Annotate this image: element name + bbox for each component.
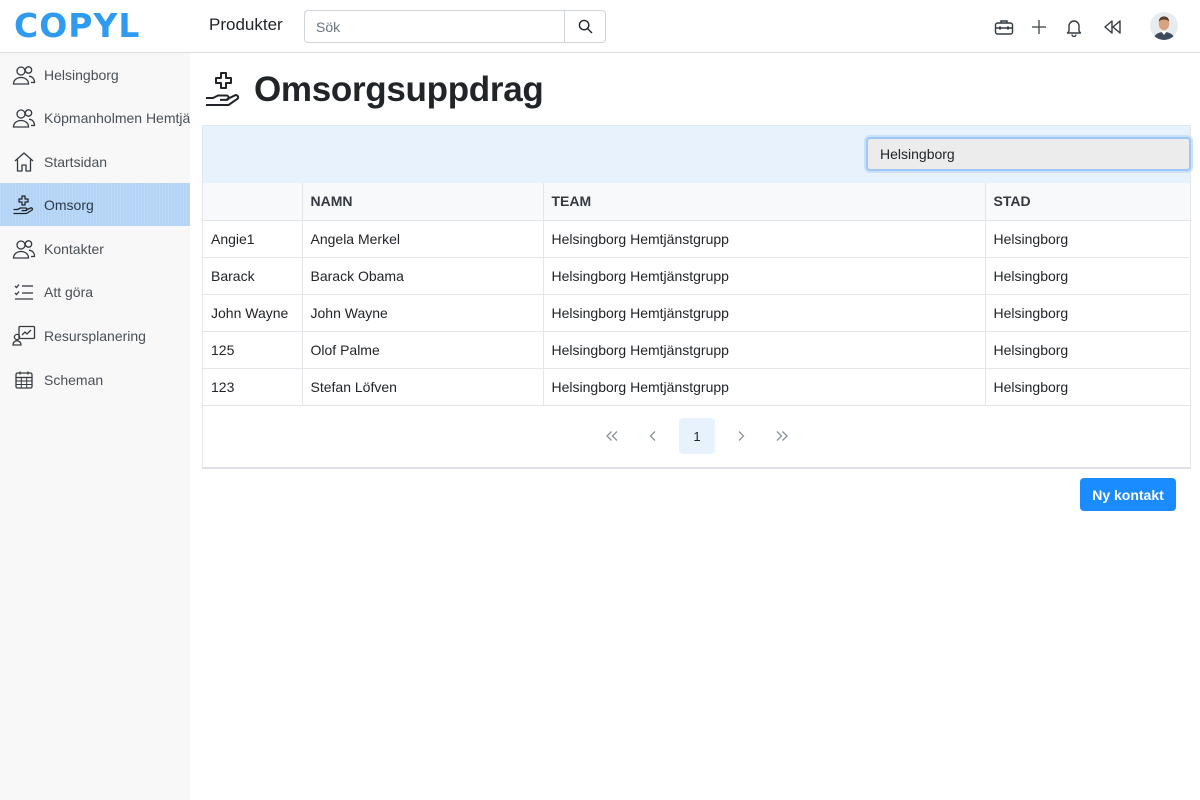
toolbox-icon [994, 20, 1014, 35]
page-header: Omsorgsuppdrag [204, 68, 544, 112]
cell-namn: John Wayne [302, 294, 544, 332]
rewind-button[interactable] [1101, 14, 1125, 40]
chevron-right-icon [738, 431, 745, 441]
plus-icon [1032, 20, 1046, 34]
table-row[interactable]: Angie1 Angela Merkel Helsingborg Hemtjän… [203, 220, 1190, 258]
sidebar-item-label: Köpmanholmen Hemtjänst [44, 109, 190, 126]
checklist-icon [12, 280, 36, 304]
sidebar-item-resursplanering[interactable]: Resursplanering [0, 314, 190, 357]
double-chevron-left-icon [606, 431, 618, 441]
toolbox-button[interactable] [992, 14, 1016, 40]
search-input[interactable] [304, 10, 564, 43]
copyl-logo[interactable]: COPYL [14, 9, 140, 43]
column-header-team[interactable]: TEAM [543, 183, 986, 221]
column-header-stad[interactable]: STAD [985, 183, 1190, 221]
search-icon [578, 19, 592, 34]
page-number-button[interactable]: 1 [679, 418, 715, 454]
header-search [304, 10, 606, 43]
sidebar-item-label: Kontakter [44, 240, 104, 257]
hand-care-icon [12, 193, 36, 217]
sidebar-item-helsingborg[interactable]: Helsingborg [0, 53, 190, 96]
cell-stad: Helsingborg [985, 294, 1190, 332]
hand-care-icon [206, 72, 240, 106]
cell-team: Helsingborg Hemtjänstgrupp [543, 368, 986, 406]
cell-stad: Helsingborg [985, 257, 1190, 295]
nav-title-produkter[interactable]: Produkter [209, 15, 283, 35]
care-assignments-table: NAMN TEAM STAD Angie1 Angela Merkel Hels… [203, 183, 1190, 406]
new-contact-button[interactable]: Ny kontakt [1080, 478, 1176, 511]
cell-id: 125 [203, 331, 303, 369]
user-photo-icon [1150, 12, 1178, 40]
cell-id: Barack [203, 257, 303, 295]
column-header-id[interactable] [203, 183, 303, 221]
table-row[interactable]: Barack Barack Obama Helsingborg Hemtjäns… [203, 257, 1190, 295]
sidebar-item-omsorg[interactable]: Omsorg [0, 183, 190, 226]
table-filter-input[interactable] [866, 137, 1191, 171]
sidebar-item-label: Resursplanering [44, 327, 146, 344]
cell-namn: Stefan Löfven [302, 368, 544, 406]
page-next-button[interactable] [723, 418, 759, 454]
sidebar-item-att-gora[interactable]: Att göra [0, 270, 190, 313]
top-header: COPYL Produkter [0, 0, 1200, 53]
notifications-button[interactable] [1062, 14, 1086, 40]
cell-team: Helsingborg Hemtjänstgrupp [543, 331, 986, 369]
sidebar-item-startsidan[interactable]: Startsidan [0, 140, 190, 183]
cell-stad: Helsingborg [985, 368, 1190, 406]
page-first-button[interactable] [594, 418, 630, 454]
home-icon [12, 150, 36, 174]
double-chevron-right-icon [776, 431, 788, 441]
page-title: Omsorgsuppdrag [254, 70, 544, 109]
sidebar-item-scheman[interactable]: Scheman [0, 358, 190, 401]
sidebar-item-label: Startsidan [44, 153, 108, 170]
table-row[interactable]: 125 Olof Palme Helsingborg Hemtjänstgrup… [203, 331, 1190, 369]
calendar-icon [12, 368, 36, 392]
rewind-icon [1104, 20, 1121, 34]
sidebar-item-label: Scheman [44, 371, 104, 388]
resource-icon [12, 324, 36, 348]
care-assignments-table-card: NAMN TEAM STAD Angie1 Angela Merkel Hels… [202, 125, 1191, 469]
cell-namn: Barack Obama [302, 257, 544, 295]
pagination: 1 [203, 418, 1190, 454]
user-avatar[interactable] [1150, 12, 1178, 40]
cell-team: Helsingborg Hemtjänstgrupp [543, 220, 986, 258]
table-row[interactable]: John Wayne John Wayne Helsingborg Hemtjä… [203, 294, 1190, 332]
sidebar: Helsingborg Köpmanholmen Hemtjänst Start… [0, 53, 190, 800]
bell-icon [1066, 19, 1082, 37]
cell-stad: Helsingborg [985, 331, 1190, 369]
sidebar-item-label: Omsorg [44, 196, 94, 213]
cell-namn: Angela Merkel [302, 220, 544, 258]
table-header-row: NAMN TEAM STAD [203, 183, 1190, 221]
logo-text: COPYL [14, 6, 141, 45]
cell-stad: Helsingborg [985, 220, 1190, 258]
column-header-namn[interactable]: NAMN [302, 183, 544, 221]
users-icon [12, 237, 36, 261]
sidebar-item-label: Att göra [44, 283, 94, 300]
add-button[interactable] [1027, 14, 1051, 40]
chevron-left-icon [649, 431, 656, 441]
cell-team: Helsingborg Hemtjänstgrupp [543, 294, 986, 332]
cell-id: Angie1 [203, 220, 303, 258]
sidebar-item-kontakter[interactable]: Kontakter [0, 227, 190, 270]
cell-team: Helsingborg Hemtjänstgrupp [543, 257, 986, 295]
search-button[interactable] [564, 10, 606, 43]
users-icon [12, 63, 36, 87]
page-prev-button[interactable] [635, 418, 671, 454]
sidebar-item-label: Helsingborg [44, 66, 119, 83]
filter-bar [203, 126, 1191, 183]
sidebar-item-kopmanholmen[interactable]: Köpmanholmen Hemtjänst [0, 96, 190, 139]
table-row[interactable]: 123 Stefan Löfven Helsingborg Hemtjänstg… [203, 368, 1190, 406]
cell-namn: Olof Palme [302, 331, 544, 369]
page-last-button[interactable] [764, 418, 800, 454]
cell-id: John Wayne [203, 294, 303, 332]
users-icon [12, 106, 36, 130]
cell-id: 123 [203, 368, 303, 406]
